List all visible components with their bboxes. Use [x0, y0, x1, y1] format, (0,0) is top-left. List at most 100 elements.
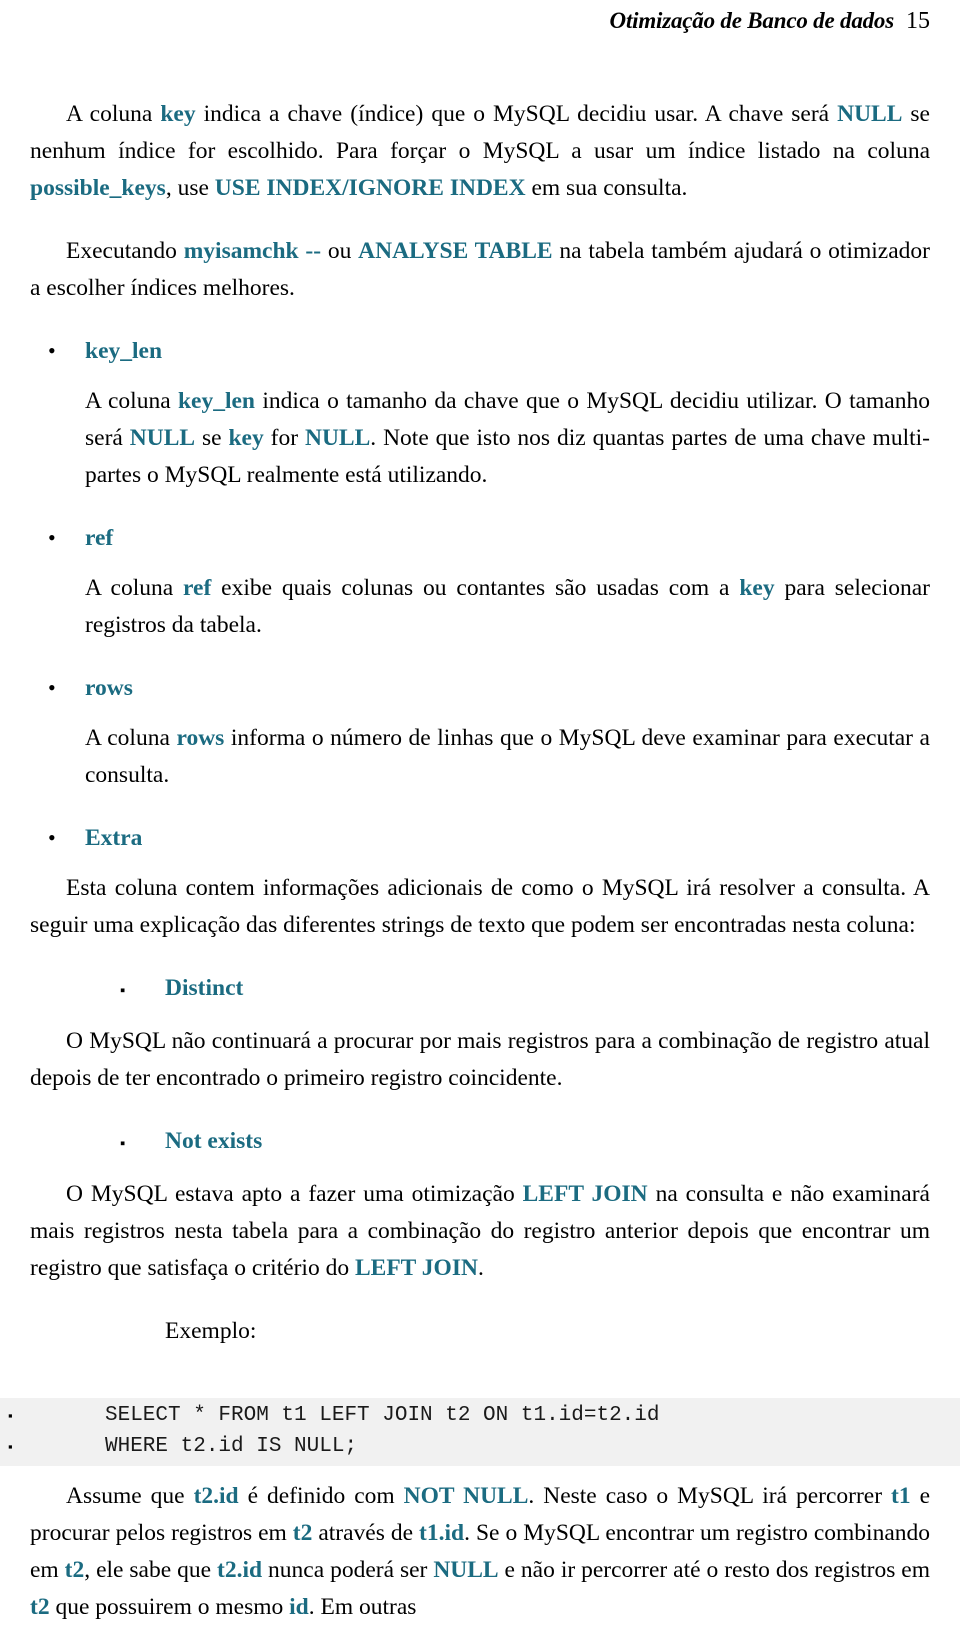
term-t2: t2 [30, 1594, 50, 1620]
text-run: . [477, 1255, 484, 1281]
bullet-dot-icon: • [48, 338, 56, 363]
term-id: id [289, 1594, 309, 1620]
text-run: A coluna [85, 575, 184, 601]
code-line: ▪ WHERE t2.id IS NULL; [0, 1431, 960, 1462]
document-page: Otimização de Banco de dados 15 A coluna… [0, 0, 960, 1620]
term-key: key [739, 575, 775, 601]
term-rows: rows [176, 725, 225, 751]
term-null: NULL [129, 425, 196, 451]
text-run: . Em outras [308, 1594, 417, 1620]
bullet-dot-icon: • [48, 525, 56, 550]
text-run: nunca poderá ser [262, 1557, 434, 1583]
term-possible-keys: possible_keys [30, 175, 166, 201]
bullet-square-icon: ▪ [8, 1408, 13, 1423]
list-item-label: rows [85, 675, 133, 701]
list-item-rows: • rows [48, 670, 930, 706]
text-run: A coluna [66, 101, 161, 127]
bullet-square-icon: ▪ [120, 1136, 126, 1152]
sublist-item-label: Not exists [165, 1128, 263, 1154]
sublist-item-distinct: ▪ Distinct [120, 970, 930, 1009]
term-t2: t2 [64, 1557, 85, 1583]
header-title: Otimização de Banco de dados [609, 8, 895, 33]
term-null: NULL [837, 101, 903, 127]
term-null: NULL [433, 1557, 499, 1583]
code-block-example: ▪ SELECT * FROM t1 LEFT JOIN t2 ON t1.id… [0, 1398, 960, 1466]
term-use-index: USE INDEX/IGNORE INDEX [214, 175, 526, 201]
term-key-len: key_len [177, 388, 255, 414]
paragraph-assume-t2id: Assume que t2.id é definido com NOT NULL… [30, 1478, 930, 1626]
text-run: A coluna [85, 725, 177, 751]
bullet-square-icon: ▪ [8, 1439, 13, 1454]
text-run: . Neste caso o MySQL irá percorrer [528, 1483, 892, 1509]
text-run: ou [321, 238, 359, 264]
paragraph-distinct-body: O MySQL não continuará a procurar por ma… [30, 1028, 930, 1091]
term-key: key [228, 425, 264, 451]
bullet-dot-icon: • [48, 675, 56, 700]
term-analyse-table: ANALYSE TABLE [358, 238, 553, 264]
sublist-item-not-exists: ▪ Not exists [120, 1123, 930, 1162]
paragraph-extra-body: Esta coluna contem informações adicionai… [30, 875, 930, 938]
term-key: key [160, 101, 196, 127]
text-run: Executando [66, 238, 184, 264]
text-run: se [195, 425, 229, 451]
list-item-body-rows: A coluna rows informa o número de linhas… [85, 720, 930, 794]
code-line: ▪ SELECT * FROM t1 LEFT JOIN t2 ON t1.id… [0, 1400, 960, 1431]
text-run: indica a chave (índice) que o MySQL deci… [195, 101, 838, 127]
list-item-label: ref [85, 525, 114, 551]
term-left-join: LEFT JOIN [354, 1255, 478, 1281]
list-item-label: key_len [85, 338, 163, 364]
text-run: for [263, 425, 305, 451]
document-body: A coluna key indica a chave (índice) que… [30, 96, 930, 1349]
list-item-ref: • ref [48, 520, 930, 556]
example-label: Exemplo: [165, 1318, 257, 1344]
term-ref: ref [183, 575, 212, 601]
list-item-label: Extra [85, 825, 143, 851]
term-not-null: NOT NULL [403, 1483, 529, 1509]
term-t2-id: t2.id [193, 1483, 239, 1509]
term-left-join: LEFT JOIN [522, 1181, 648, 1207]
list-item-body-ref: A coluna ref exibe quais colunas ou cont… [85, 570, 930, 644]
code-line-text: WHERE t2.id IS NULL; [105, 1435, 358, 1458]
code-line-text: SELECT * FROM t1 LEFT JOIN t2 ON t1.id=t… [105, 1404, 660, 1427]
term-t1-id: t1.id [419, 1520, 465, 1546]
paragraph-key-column: A coluna key indica a chave (índice) que… [30, 96, 930, 207]
text-run: , ele sabe que [84, 1557, 217, 1583]
text-run: O MySQL estava apto a fazer uma otimizaç… [66, 1181, 523, 1207]
list-item-extra: • Extra [48, 820, 930, 856]
paragraph-not-exists-body: O MySQL estava apto a fazer uma otimizaç… [30, 1176, 930, 1287]
text-run: A coluna [85, 388, 178, 414]
list-item-key-len: • key_len [48, 333, 930, 369]
text-run: é definido com [238, 1483, 404, 1509]
term-t2: t2 [292, 1520, 313, 1546]
list-item-body-key-len: A coluna key_len indica o tamanho da cha… [85, 383, 930, 494]
term-t2-id: t2.id [217, 1557, 263, 1583]
term-myisamchk: myisamchk -- [183, 238, 322, 264]
term-t1: t1 [891, 1483, 911, 1509]
running-header: Otimização de Banco de dados 15 [610, 8, 930, 35]
final-paragraph-wrapper: Assume que t2.id é definido com NOT NULL… [30, 1478, 930, 1626]
bullet-dot-icon: • [48, 825, 56, 850]
term-null: NULL [304, 425, 371, 451]
bullet-square-icon: ▪ [120, 983, 126, 999]
text-run: Assume que [66, 1483, 194, 1509]
text-run: exibe quais colunas ou contantes são usa… [211, 575, 740, 601]
text-run: e não ir percorrer até o resto dos regis… [498, 1557, 931, 1583]
text-run: em sua consulta. [525, 175, 688, 201]
paragraph-myisamchk: Executando myisamchk -- ou ANALYSE TABLE… [30, 233, 930, 307]
page-number: 15 [906, 8, 930, 34]
text-run: , use [165, 175, 215, 201]
